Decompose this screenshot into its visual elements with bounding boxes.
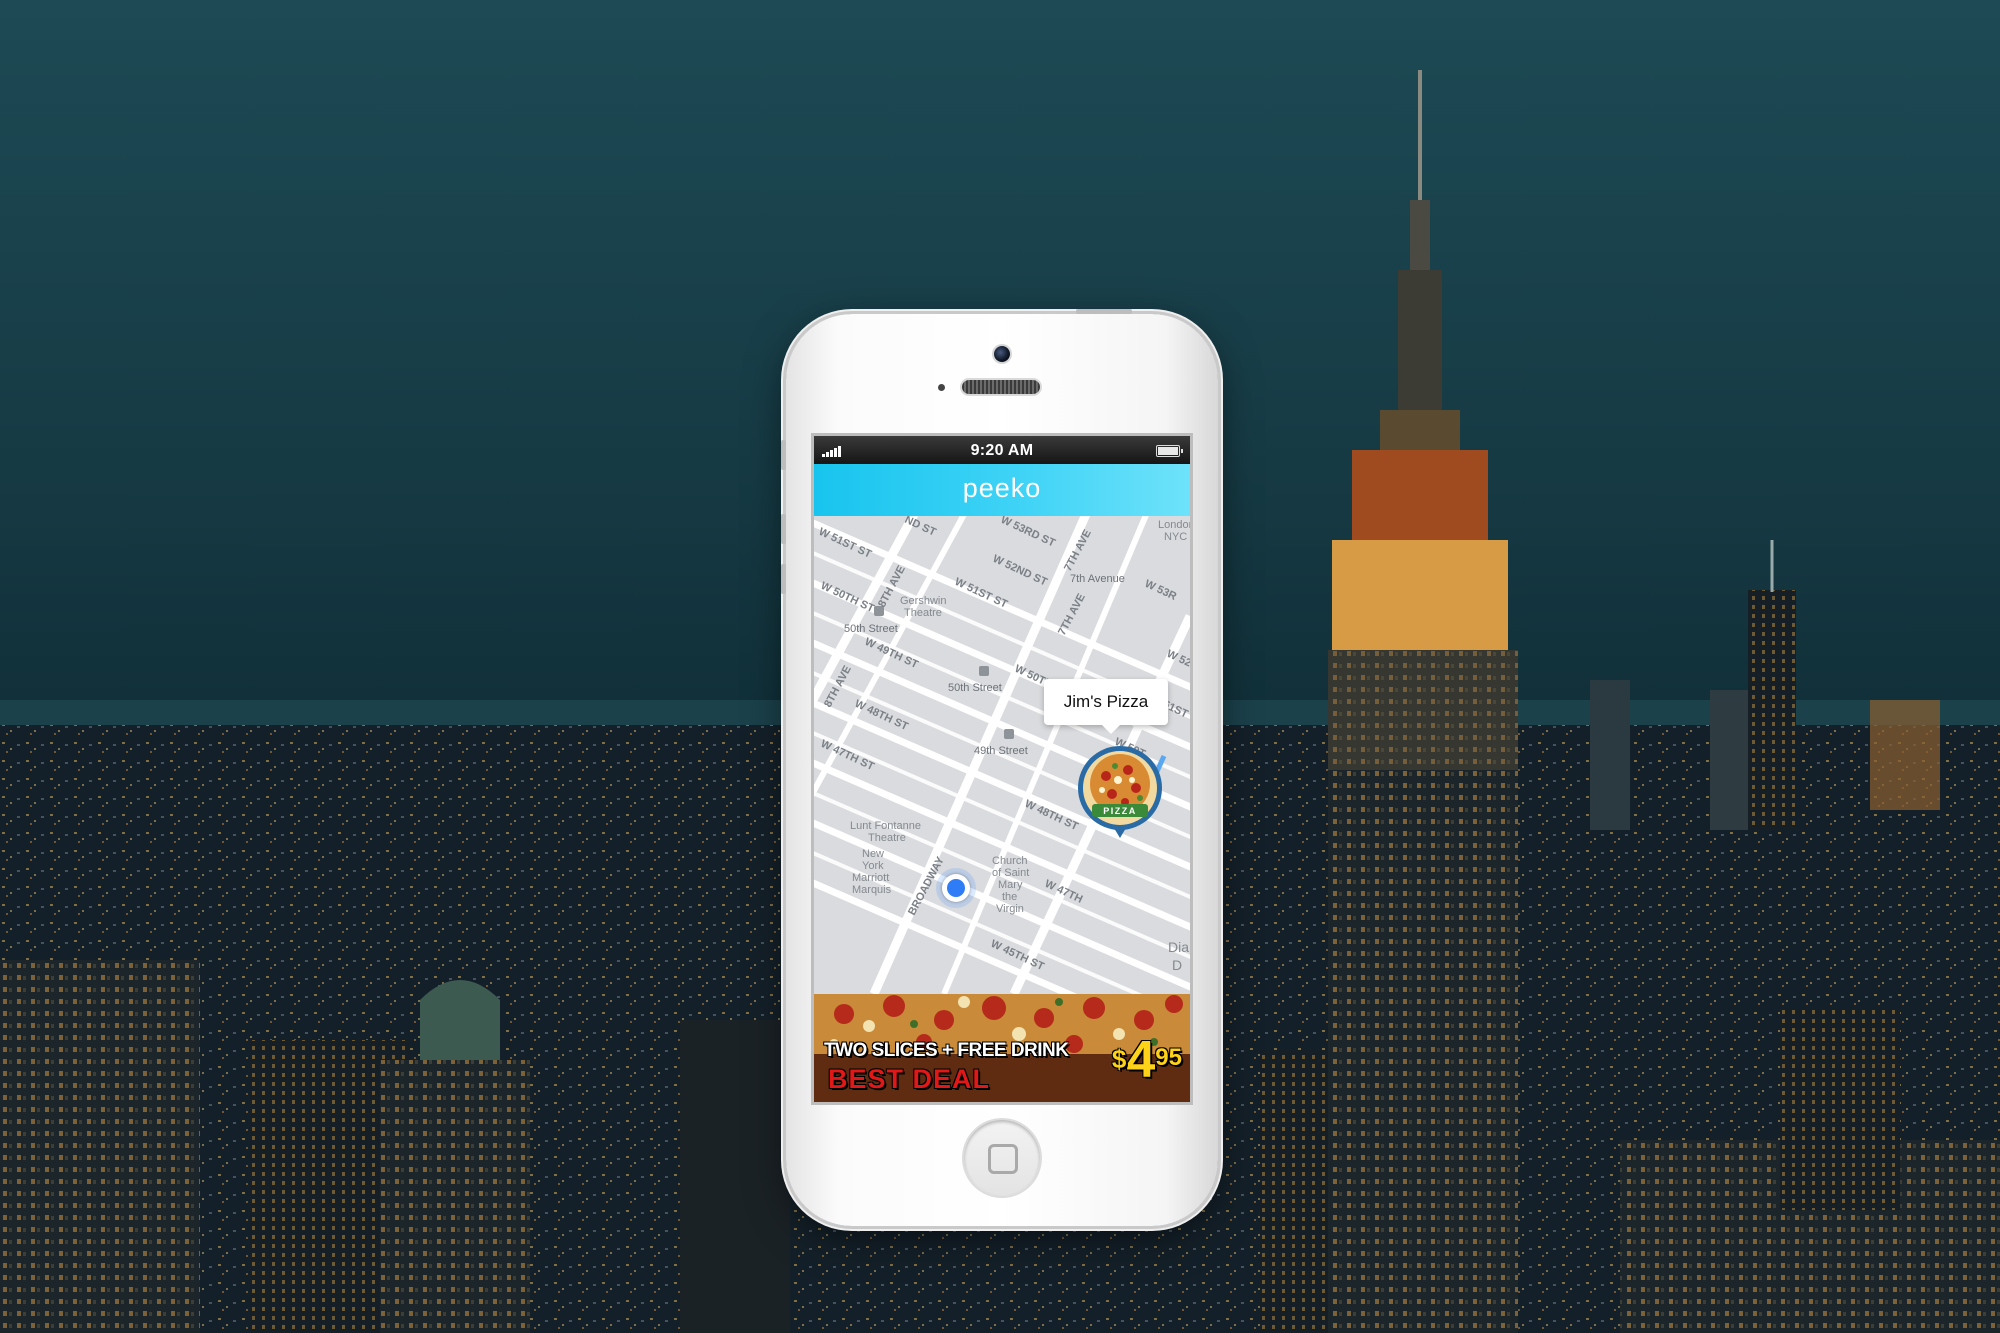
place-label: 7th Avenue	[1070, 573, 1125, 585]
home-button[interactable]	[964, 1120, 1040, 1196]
place-label: Theatre	[868, 832, 906, 844]
place-label: NYC	[1164, 531, 1187, 543]
proximity-sensor	[938, 384, 945, 391]
current-location-marker	[936, 868, 976, 908]
place-label: Theatre	[904, 607, 942, 619]
place-label: of Saint	[992, 867, 1029, 879]
place-label: Lunt Fontanne	[850, 820, 921, 832]
phone-screen: 9:20 AM peeko W 51ST ST ND ST W 53RD ST …	[814, 436, 1190, 1102]
place-label: Marriott	[852, 872, 889, 884]
volume-down-button	[781, 564, 786, 594]
place-label: Mary	[998, 879, 1023, 891]
pizza-place-pin[interactable]: PIZZA	[1070, 742, 1170, 842]
place-label: Church	[992, 855, 1027, 867]
ad-banner[interactable]: TWO SLICES + FREE DRINK BEST DEAL $495	[814, 994, 1190, 1102]
place-callout[interactable]: Jim's Pizza	[1044, 679, 1168, 734]
place-label: Gershwin	[900, 595, 946, 607]
pin-badge-label: PIZZA	[1103, 806, 1137, 816]
place-label: the	[1002, 891, 1017, 903]
app-title: peeko	[962, 473, 1042, 503]
place-label: D	[1172, 957, 1182, 973]
mute-switch	[781, 440, 786, 470]
earpiece-speaker	[962, 380, 1040, 394]
ad-price-cents: 95	[1155, 1044, 1182, 1071]
place-callout-label: Jim's Pizza	[1063, 692, 1149, 711]
place-label: Dia	[1168, 939, 1189, 955]
phone-device: 9:20 AM peeko W 51ST ST ND ST W 53RD ST …	[781, 309, 1218, 1226]
ad-price: $495	[1112, 1034, 1182, 1086]
status-bar: 9:20 AM	[814, 436, 1190, 464]
place-label: York	[862, 860, 884, 872]
battery-icon	[1156, 445, 1183, 457]
ad-price-currency: $	[1111, 1044, 1127, 1074]
place-label: 50th Street	[844, 623, 898, 635]
place-label: 50th Street	[948, 682, 1002, 694]
home-square-icon	[988, 1144, 1018, 1174]
ad-subheadline: BEST DEAL	[828, 1064, 991, 1094]
front-camera	[994, 346, 1010, 362]
place-label: London	[1158, 519, 1190, 531]
app-header: peeko	[814, 464, 1190, 516]
ad-headline: TWO SLICES + FREE DRINK	[824, 1040, 1069, 1061]
power-button	[1076, 309, 1132, 314]
status-time: 9:20 AM	[970, 442, 1034, 459]
place-label: Marquis	[852, 884, 892, 896]
place-label: Virgin	[996, 903, 1024, 915]
place-label: 49th Street	[974, 745, 1028, 757]
place-label: New	[862, 848, 884, 860]
ad-price-dollars: 4	[1126, 1031, 1156, 1089]
volume-up-button	[781, 514, 786, 544]
